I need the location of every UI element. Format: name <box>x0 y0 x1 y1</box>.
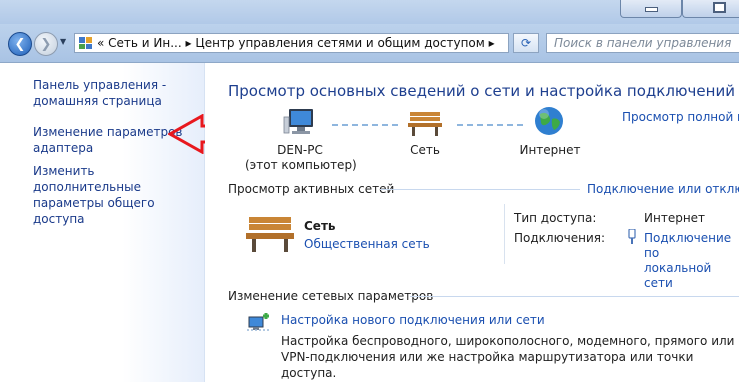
refresh-button[interactable]: ⟳ <box>513 33 539 53</box>
minimize-button[interactable] <box>620 0 682 18</box>
local-area-connection-link[interactable]: Подключение по локальной сети <box>644 231 739 291</box>
ethernet-plug-icon <box>628 229 636 244</box>
change-settings-title: Изменение сетевых параметров <box>228 289 434 303</box>
address-bar[interactable]: « Сеть и Ин... ▸ Центр управления сетями… <box>74 33 569 53</box>
computer-sub: (этот компьютер) <box>245 158 357 172</box>
minimize-icon <box>645 7 658 12</box>
maximize-icon <box>713 2 726 13</box>
map-node-label: DEN-PC (этот компьютер) <box>245 143 357 173</box>
active-networks-title: Просмотр активных сетей <box>228 182 395 196</box>
forward-arrow-icon: ❯ <box>40 36 52 52</box>
sidebar: Панель управления - домашняя страница Из… <box>0 63 205 382</box>
address-toolbar: ❮ ❯ ▼ « Сеть и Ин... ▸ Центр управления … <box>0 24 739 63</box>
connection-line <box>332 124 398 126</box>
forward-button[interactable]: ❯ <box>34 32 58 56</box>
search-input[interactable] <box>547 34 739 52</box>
maximize-button[interactable] <box>682 0 739 18</box>
bench-icon[interactable] <box>407 109 443 137</box>
setup-new-connection-link[interactable]: Настройка нового подключения или сети <box>281 313 545 327</box>
setup-new-connection-description: Настройка беспроводного, широкополосного… <box>281 334 735 380</box>
back-arrow-icon: ❮ <box>14 36 26 52</box>
network-name: Сеть <box>304 219 336 233</box>
recent-pages-dropdown[interactable]: ▼ <box>60 37 66 46</box>
sidebar-item-change-adapter-settings[interactable]: Изменение параметров адаптера <box>33 124 183 156</box>
chevron-right-icon[interactable]: ▸ <box>186 36 192 50</box>
page-title: Просмотр основных сведений о сети и наст… <box>228 82 735 100</box>
breadcrumb-item-network[interactable]: Сеть и Ин... <box>108 36 182 50</box>
search-box[interactable] <box>546 33 739 53</box>
refresh-icon: ⟳ <box>520 36 532 50</box>
connection-line <box>457 124 523 126</box>
computer-icon[interactable] <box>283 107 317 137</box>
sidebar-item-control-panel-home[interactable]: Панель управления - домашняя страница <box>33 77 166 109</box>
main-content: Просмотр основных сведений о сети и наст… <box>205 63 739 382</box>
breadcrumb: « Сеть и Ин... ▸ Центр управления сетями… <box>97 36 495 50</box>
vertical-divider <box>504 204 505 264</box>
window-titlebar <box>0 0 739 24</box>
connect-disconnect-link[interactable]: Подключение или отключе <box>587 182 739 196</box>
new-connection-icon <box>247 313 271 331</box>
globe-icon[interactable] <box>533 105 565 137</box>
section-divider <box>380 189 580 190</box>
computer-name: DEN-PC <box>277 143 323 157</box>
bench-icon <box>246 217 294 252</box>
control-panel-icon <box>79 37 92 49</box>
back-button[interactable]: ❮ <box>8 32 32 56</box>
internet-node-label: Интернет <box>519 143 581 157</box>
breadcrumb-overflow[interactable]: « <box>97 36 104 50</box>
network-node-label: Сеть <box>410 143 440 157</box>
network-type-link[interactable]: Общественная сеть <box>304 237 430 251</box>
chevron-right-icon[interactable]: ▸ <box>489 36 495 50</box>
access-type-label: Тип доступа: <box>514 211 597 225</box>
sidebar-item-advanced-sharing-settings[interactable]: Изменить дополнительные параметры общего… <box>33 163 204 227</box>
view-full-map-link[interactable]: Просмотр полной ка <box>622 110 739 124</box>
connections-label: Подключения: <box>514 231 606 245</box>
section-divider <box>410 296 739 297</box>
access-type-value: Интернет <box>644 211 706 225</box>
breadcrumb-item-network-center[interactable]: Центр управления сетями и общим доступом <box>195 36 484 50</box>
